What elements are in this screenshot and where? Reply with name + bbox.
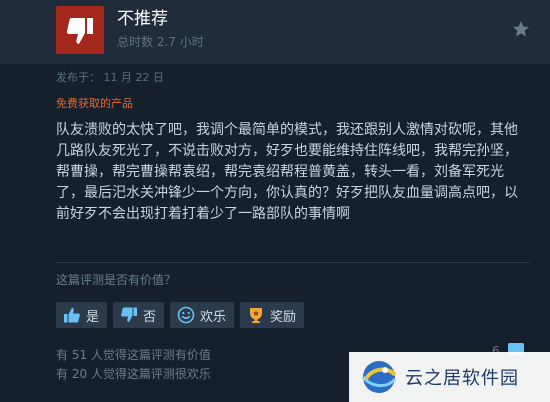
vote-buttons: 是 否 欢乐 奖励 (56, 302, 305, 328)
thumbs-down-icon (121, 307, 138, 322)
free-product-label: 免费获取的产品 (56, 97, 133, 110)
vote-no-button[interactable]: 否 (113, 302, 165, 328)
vote-yes-label: 是 (86, 309, 100, 325)
vote-funny-label: 欢乐 (200, 309, 227, 325)
thumbs-down-verdict (56, 6, 104, 54)
review-header: 不推荐 总时数 2.7 小时 (0, 0, 550, 64)
thumbs-down-icon (66, 18, 93, 44)
funny-count: 有 20 人觉得这篇评测很欢乐 (56, 367, 211, 381)
vote-yes-button[interactable]: 是 (56, 302, 108, 328)
divider (56, 262, 530, 263)
vote-no-label: 否 (143, 309, 157, 325)
star-icon[interactable] (512, 20, 530, 38)
award-label: 奖励 (270, 309, 297, 325)
thumbs-up-icon (64, 308, 80, 323)
globe-swirl-logo (361, 361, 397, 393)
watermark: 云之居软件园 (349, 352, 550, 402)
award-button[interactable]: 奖励 (240, 302, 305, 328)
watermark-text: 云之居软件园 (405, 368, 519, 389)
playtime-hours: 总时数 2.7 小时 (117, 35, 204, 49)
review-body: 队友溃败的太快了吧，我调个最简单的模式，我还跟别人激情对砍呢，其他几路队友死光了… (56, 122, 518, 222)
review-card: 不推荐 总时数 2.7 小时 发布于： 11 月 22 日 免费获取的产品 队友… (0, 0, 550, 402)
helpful-question: 这篇评测是否有价值？ (56, 273, 177, 287)
review-verdict: 不推荐 (117, 9, 168, 29)
helpful-count: 有 51 人觉得这篇评测有价值 (56, 348, 211, 362)
vote-funny-button[interactable]: 欢乐 (170, 302, 235, 328)
posted-date: 发布于： 11 月 22 日 (56, 71, 164, 84)
award-icon (250, 308, 263, 323)
smiley-icon (177, 306, 195, 324)
